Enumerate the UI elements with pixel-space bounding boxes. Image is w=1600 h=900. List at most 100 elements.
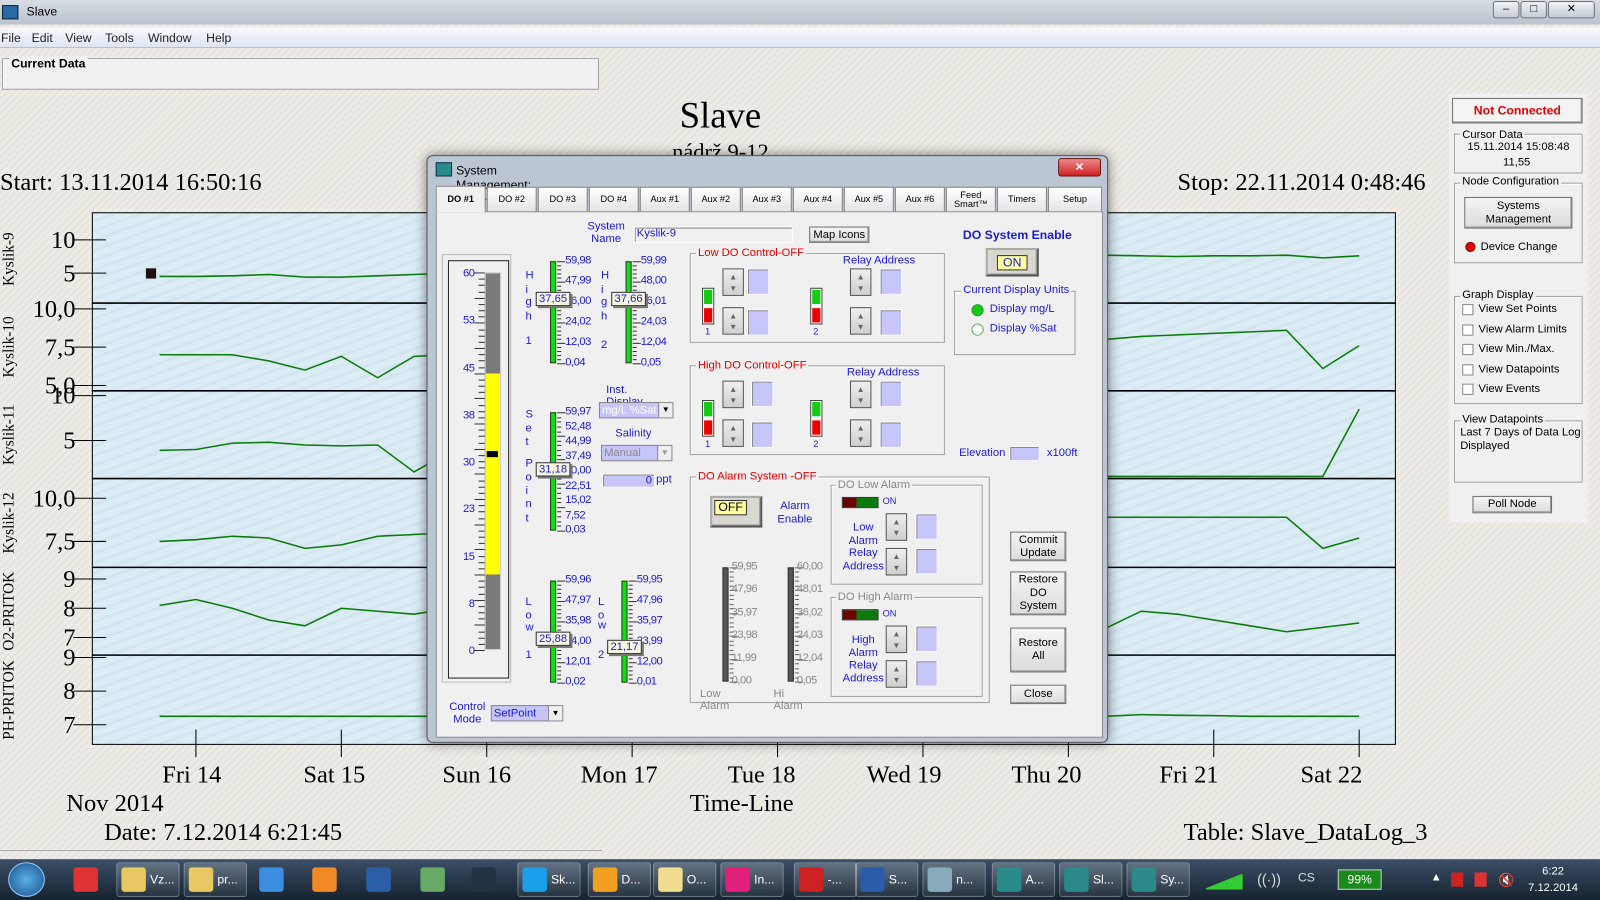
checkbox-view-min-max-[interactable] bbox=[1462, 343, 1474, 356]
taskbar-item[interactable]: Sl... bbox=[1059, 862, 1123, 897]
map-icons-button[interactable]: Map Icons bbox=[809, 226, 870, 243]
slider-tick bbox=[628, 601, 637, 603]
taskbar-item[interactable]: O... bbox=[653, 862, 717, 897]
relay-address-spinner[interactable]: ▲ ▼ bbox=[722, 307, 744, 335]
dialog-close-button[interactable]: ✕ bbox=[1058, 158, 1102, 177]
tab-aux-1[interactable]: Aux #1 bbox=[639, 186, 690, 212]
checkbox-view-set-points[interactable] bbox=[1462, 304, 1474, 316]
relay-address-input[interactable] bbox=[879, 309, 903, 336]
relay-address-input[interactable] bbox=[751, 421, 774, 448]
checkbox-view-alarm-limits[interactable] bbox=[1462, 323, 1474, 336]
gauge-tick bbox=[474, 473, 485, 475]
battery-indicator[interactable]: 99% bbox=[1337, 869, 1382, 890]
taskbar-item[interactable]: In... bbox=[720, 862, 784, 897]
high2-slider-thumb[interactable]: 37,66 bbox=[611, 292, 646, 307]
taskbar-item[interactable]: D... bbox=[587, 862, 652, 897]
relay-address-input[interactable] bbox=[879, 421, 903, 448]
taskbar-item[interactable] bbox=[69, 862, 108, 897]
taskbar-item[interactable]: pr... bbox=[183, 862, 247, 897]
relay-address-spinner[interactable]: ▲ ▼ bbox=[849, 268, 872, 296]
taskbar-item[interactable]: A... bbox=[991, 862, 1056, 897]
tab-do-4[interactable]: DO #4 bbox=[588, 186, 639, 212]
taskbar-item[interactable]: Sk... bbox=[517, 862, 581, 897]
minimize-button[interactable]: – bbox=[1492, 1, 1520, 19]
restore-all-button[interactable]: Restore All bbox=[1010, 627, 1067, 673]
taskbar-item[interactable]: Vz... bbox=[116, 862, 180, 897]
taskbar-item[interactable] bbox=[308, 862, 347, 897]
tab-do-1[interactable]: DO #1 bbox=[435, 185, 486, 213]
language-indicator[interactable]: CS bbox=[1298, 870, 1315, 884]
taskbar-item[interactable]: Sy... bbox=[1126, 862, 1190, 897]
commit-update-button[interactable]: Commit Update bbox=[1010, 531, 1067, 562]
do-enable-toggle[interactable]: ON bbox=[985, 247, 1039, 277]
wireless-icon[interactable]: ((·)) bbox=[1257, 871, 1281, 887]
taskbar-item[interactable] bbox=[255, 862, 294, 897]
checkbox-view-events[interactable] bbox=[1462, 383, 1474, 395]
close-window-button[interactable]: ✕ bbox=[1547, 1, 1595, 19]
tab-aux-3[interactable]: Aux #3 bbox=[741, 186, 792, 212]
low2-slider-track[interactable] bbox=[621, 580, 628, 683]
slider-scale-label: 7,52 bbox=[565, 508, 586, 521]
tab-do-2[interactable]: DO #2 bbox=[486, 186, 537, 212]
low1-slider-thumb[interactable]: 25,88 bbox=[535, 631, 571, 646]
tab-aux-5[interactable]: Aux #5 bbox=[843, 186, 894, 212]
poll-node-button[interactable]: Poll Node bbox=[1472, 495, 1553, 514]
close-button[interactable]: Close bbox=[1010, 684, 1067, 705]
maximize-button[interactable]: □ bbox=[1520, 1, 1547, 19]
relay-address-input[interactable] bbox=[879, 380, 903, 408]
slider-tick bbox=[557, 525, 562, 527]
relay-address-spinner[interactable]: ▲ ▼ bbox=[722, 268, 744, 296]
tab-feed-smart-[interactable]: Feed Smart™ bbox=[945, 186, 996, 212]
taskbar-item-label: Sy... bbox=[1160, 872, 1184, 887]
restore-do-system-button[interactable]: Restore DO System bbox=[1010, 571, 1067, 616]
network-icon[interactable] bbox=[1474, 872, 1487, 887]
salinity-mode-select[interactable]: Manual ▼ bbox=[601, 444, 673, 462]
clock-time[interactable]: 6:22 bbox=[1527, 865, 1580, 877]
elevation-input[interactable] bbox=[1009, 445, 1040, 462]
high1-slider-thumb[interactable]: 37,65 bbox=[535, 292, 571, 307]
tab-aux-6[interactable]: Aux #6 bbox=[894, 186, 945, 212]
relay-address-input[interactable] bbox=[746, 309, 770, 336]
control-mode-select[interactable]: SetPoint ▼ bbox=[490, 705, 564, 722]
relay-address-spinner[interactable]: ▲ ▼ bbox=[722, 380, 744, 409]
taskbar-item[interactable]: -... bbox=[793, 862, 858, 897]
relay-address-input[interactable] bbox=[746, 268, 770, 295]
start-button[interactable] bbox=[8, 862, 45, 897]
systems-management-button[interactable]: Systems Management bbox=[1464, 196, 1573, 229]
tab-timers[interactable]: Timers bbox=[996, 186, 1047, 212]
low2-slider-thumb[interactable]: 21,17 bbox=[607, 639, 642, 654]
show-hidden-icons[interactable]: ▲ bbox=[1431, 871, 1442, 883]
taskbar-item[interactable]: S... bbox=[855, 862, 919, 897]
tab-aux-2[interactable]: Aux #2 bbox=[690, 186, 741, 212]
taskbar-item[interactable] bbox=[467, 862, 506, 897]
volume-icon[interactable]: 🔇 bbox=[1498, 872, 1515, 888]
relay-address-spinner[interactable]: ▲ ▼ bbox=[849, 307, 872, 335]
high1-slider-track[interactable] bbox=[549, 261, 557, 364]
taskbar-item[interactable] bbox=[416, 862, 455, 897]
relay-address-input[interactable] bbox=[751, 380, 774, 408]
radio-display-mgl[interactable] bbox=[971, 304, 984, 317]
clock-date[interactable]: 7.12.2014 bbox=[1520, 882, 1585, 894]
alarm-enable-toggle[interactable]: OFF bbox=[710, 495, 763, 528]
taskbar-item[interactable]: n... bbox=[922, 862, 986, 897]
system-name-input[interactable]: Kyslik-9 bbox=[633, 226, 793, 243]
setpoint-slider-thumb[interactable]: 31,18 bbox=[535, 461, 571, 477]
tab-aux-4[interactable]: Aux #4 bbox=[792, 186, 843, 212]
tab-do-3[interactable]: DO #3 bbox=[537, 186, 588, 212]
inst-display-select[interactable]: mg/L %Sat ▼ bbox=[598, 402, 674, 419]
relay-address-input[interactable] bbox=[879, 268, 903, 295]
radio-display-sat[interactable] bbox=[971, 323, 984, 336]
relay-address-spinner[interactable]: ▲ ▼ bbox=[849, 419, 872, 447]
high2-slider-track[interactable] bbox=[625, 261, 632, 364]
slider-tick bbox=[557, 502, 562, 504]
signal-strength-icon bbox=[1202, 873, 1243, 890]
relay-address-spinner[interactable]: ▲ ▼ bbox=[849, 380, 872, 409]
checkbox-view-datapoints[interactable] bbox=[1462, 363, 1474, 375]
tab-setup[interactable]: Setup bbox=[1047, 186, 1103, 212]
action-center-icon[interactable] bbox=[1451, 872, 1464, 887]
arrow-up-icon: ▲ bbox=[729, 422, 738, 433]
media-icon bbox=[312, 867, 337, 892]
salinity-input[interactable]: 0 bbox=[602, 473, 656, 488]
taskbar-item[interactable] bbox=[362, 862, 401, 897]
relay-address-spinner[interactable]: ▲ ▼ bbox=[722, 419, 744, 447]
